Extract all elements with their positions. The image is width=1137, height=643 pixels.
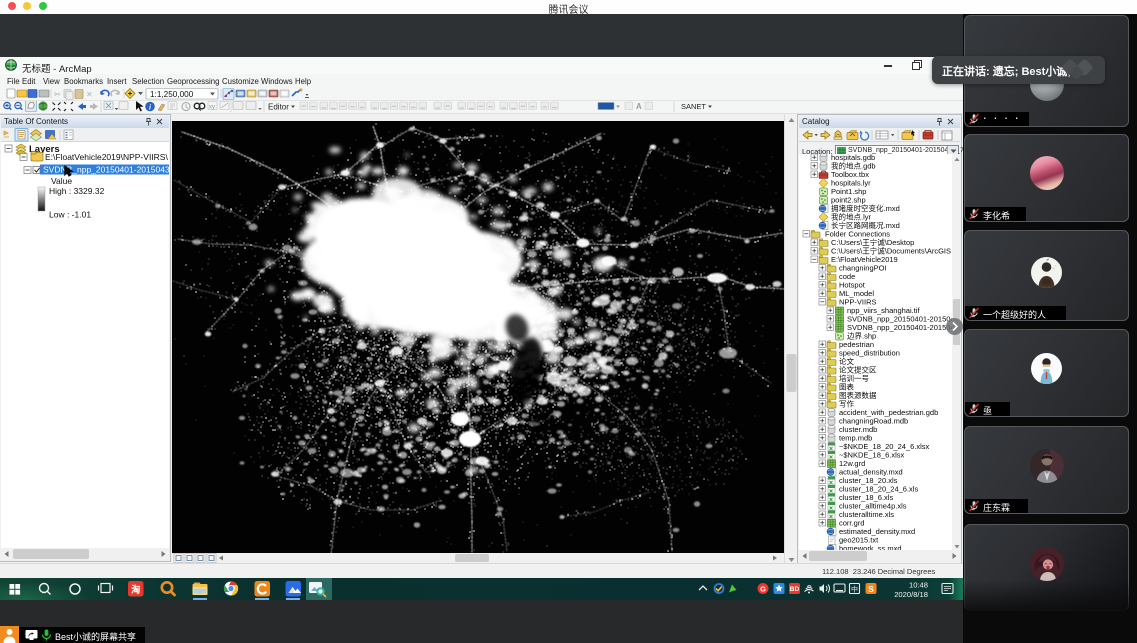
svg-text:Editor: Editor	[268, 102, 289, 111]
svg-text:SANET: SANET	[681, 102, 706, 111]
svg-text:10:48: 10:48	[909, 581, 928, 590]
svg-text:Value: Value	[51, 176, 72, 186]
svg-text:中: 中	[851, 585, 858, 594]
svg-text:我的地点.lyr: 我的地点.lyr	[831, 212, 871, 222]
svg-text:C:\Users\王宁诚\Documents\ArcGIS: C:\Users\王宁诚\Documents\ArcGIS	[831, 246, 951, 256]
svg-text:S: S	[868, 584, 874, 594]
svg-text:✕: ✕	[86, 90, 93, 99]
svg-text:E:\FloatVehicle2019\NPP-VIIRS\: E:\FloatVehicle2019\NPP-VIIRS\	[45, 152, 168, 162]
svg-text:淘: 淘	[131, 584, 140, 595]
svg-text:培训一号: 培训一号	[839, 373, 869, 383]
svg-text:我的地点.gdb: 我的地点.gdb	[831, 161, 876, 171]
svg-text:High : 3329.32: High : 3329.32	[49, 186, 105, 196]
svg-text:图表: 图表	[839, 382, 854, 392]
svg-text:C:\Users\王宁诚\Desktop: C:\Users\王宁诚\Desktop	[831, 237, 914, 247]
svg-text:Low : -1.01: Low : -1.01	[49, 210, 91, 220]
svg-text:2020/8/18: 2020/8/18	[894, 590, 928, 599]
svg-text:拥堵度时空变化.mxd: 拥堵度时空变化.mxd	[831, 203, 900, 213]
svg-text:✂: ✂	[54, 90, 61, 99]
svg-text:BD: BD	[790, 586, 800, 593]
svg-text:SVDNB_npp_20150401-20150430_: SVDNB_npp_20150401-20150430_	[43, 165, 169, 175]
svg-text:1:1,250,000: 1:1,250,000	[150, 90, 194, 99]
svg-text:论文提交区: 论文提交区	[839, 365, 877, 375]
svg-text:xy: xy	[209, 105, 215, 111]
svg-text:论文: 论文	[839, 356, 854, 366]
svg-text:图表源数据: 图表源数据	[839, 390, 877, 400]
svg-text:A: A	[636, 102, 642, 111]
svg-text:长宁区路网概况.mxd: 长宁区路网概况.mxd	[831, 220, 900, 230]
svg-text:写作: 写作	[839, 399, 854, 409]
svg-text:G: G	[760, 585, 766, 594]
